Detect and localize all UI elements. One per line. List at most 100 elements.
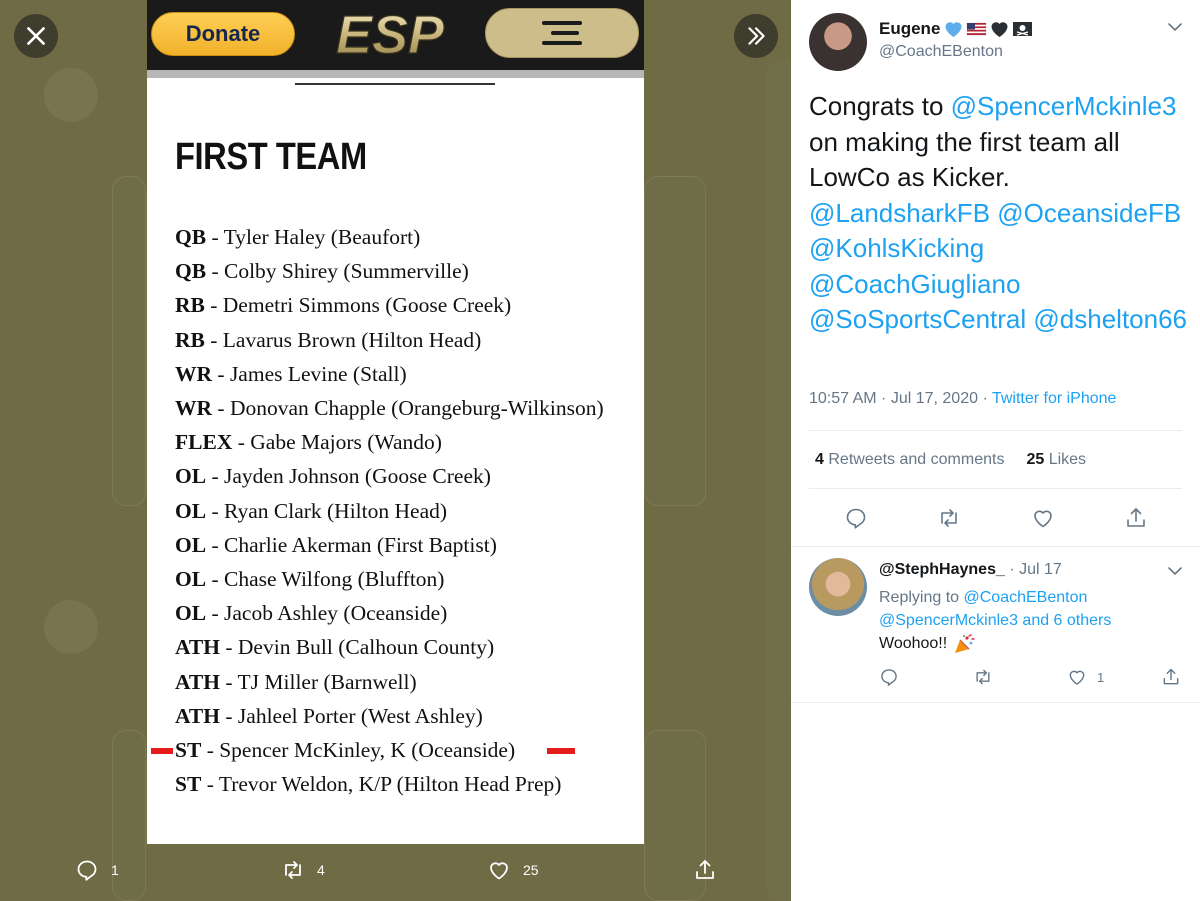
share-icon (1163, 668, 1179, 685)
menu-bar (542, 21, 582, 25)
roster-position: RB (175, 293, 205, 318)
replying-to-link[interactable]: @CoachEBenton (964, 589, 1088, 606)
divider (295, 83, 495, 85)
tweet-photo[interactable]: Donate ESP FIRST TEAM QB - Tyler Haley (… (147, 0, 644, 844)
replying-to: Replying to @CoachEBenton @SpencerMckinle… (879, 586, 1179, 632)
mention-link[interactable]: @SoSportsCentral (809, 304, 1026, 334)
chevron-down-icon[interactable] (1166, 18, 1184, 36)
reply-text: Woohoo!! (879, 634, 975, 654)
divider (791, 702, 1200, 703)
mention-link[interactable]: @CoachGiugliano (809, 269, 1020, 299)
reply-date[interactable]: · Jul 17 (1005, 561, 1061, 578)
roster-position: ATH (175, 635, 220, 660)
reply-avatar[interactable] (809, 558, 867, 616)
roster-player: - Colby Shirey (Summerville) (206, 259, 469, 284)
donate-button: Donate (151, 12, 295, 56)
like-action[interactable]: 25 (487, 858, 539, 882)
roster-entry: OL - Ryan Clark (Hilton Head) (175, 494, 635, 528)
roster-entry: ATH - Devin Bull (Calhoun County) (175, 630, 635, 664)
tweet-timestamp[interactable]: 10:57 AM · Jul 17, 2020 · (809, 390, 992, 407)
divider (809, 488, 1182, 489)
reply-share-action[interactable] (1161, 667, 1181, 687)
heart-icon[interactable] (1031, 506, 1055, 530)
likes-count: 25 (1026, 451, 1045, 468)
us-flag-icon (966, 20, 987, 38)
highlight-marker (547, 748, 575, 755)
header-underline (147, 70, 644, 78)
roster-player: - Jacob Ashley (Oceanside) (206, 601, 448, 626)
author-emoji (943, 20, 1033, 38)
chevron-down-icon[interactable] (1166, 562, 1184, 580)
tweet-meta: 10:57 AM · Jul 17, 2020 · Twitter for iP… (809, 390, 1116, 408)
mention-link[interactable]: @KohlsKicking (809, 233, 984, 263)
mention-link[interactable]: @LandsharkFB (809, 198, 990, 228)
roster-entry: ST - Trevor Weldon, K/P (Hilton Head Pre… (175, 767, 635, 801)
mention-link[interactable]: @SpencerMckinle3 (951, 91, 1177, 121)
roster-player: - Gabe Majors (Wando) (232, 430, 442, 455)
roster-position: ST (175, 772, 202, 797)
roster-list: QB - Tyler Haley (Beaufort) QB - Colby Sh… (151, 220, 635, 801)
menu-bar (551, 31, 579, 35)
media-viewer: Donate ESP FIRST TEAM QB - Tyler Haley (… (0, 0, 791, 901)
reply-handle[interactable]: @StephHaynes_ (879, 561, 1005, 578)
close-button[interactable] (14, 14, 58, 58)
background-avatar (44, 68, 98, 122)
roster-entry: OL - Chase Wilfong (Bluffton) (175, 562, 635, 596)
roster-position: OL (175, 567, 207, 592)
author-name[interactable]: Eugene (879, 19, 940, 39)
reply-icon (77, 860, 97, 881)
reply-reply-action[interactable] (879, 667, 899, 687)
replying-others-link[interactable]: @SpencerMckinle3 and 6 others (879, 612, 1111, 629)
roster-entry: RB - Lavarus Brown (Hilton Head) (175, 323, 635, 357)
roster-player: - TJ Miller (Barnwell) (220, 669, 417, 694)
retweets-label: Retweets and comments (828, 451, 1005, 468)
background-card (644, 176, 706, 506)
reply-icon (881, 669, 897, 686)
reply-action[interactable]: 1 (75, 858, 119, 882)
section-title: FIRST TEAM (175, 136, 367, 178)
reply-icon[interactable] (844, 506, 868, 530)
background-avatar (44, 600, 98, 654)
roster-position: RB (175, 327, 205, 352)
heart-icon (1069, 670, 1085, 685)
replying-label: Replying to (879, 589, 964, 606)
like-count: 25 (523, 862, 539, 878)
mention-link[interactable]: @OceansideFB (997, 198, 1181, 228)
retweet-action[interactable]: 4 (281, 858, 325, 882)
roster-entry: QB - Tyler Haley (Beaufort) (175, 220, 635, 254)
reply-header: @StephHaynes_ · Jul 17 (879, 561, 1062, 579)
roster-entry: OL - Jayden Johnson (Goose Creek) (175, 459, 635, 493)
divider (809, 430, 1182, 431)
retweet-icon (976, 669, 990, 685)
roster-player: - Donovan Chapple (Orangeburg-Wilkinson) (212, 396, 604, 421)
esp-logo: ESP (335, 6, 445, 60)
divider (791, 546, 1200, 547)
reply-retweet-action[interactable] (973, 667, 993, 687)
share-icon[interactable] (1124, 506, 1148, 530)
roster-position: WR (175, 361, 213, 386)
roster-position: OL (175, 498, 207, 523)
highlight-marker (151, 748, 173, 755)
retweet-icon[interactable] (937, 506, 961, 530)
tweet-source[interactable]: Twitter for iPhone (992, 390, 1117, 407)
share-action[interactable] (693, 858, 717, 882)
mention-link[interactable]: @dshelton66 (1033, 304, 1187, 334)
heart-icon (490, 862, 508, 880)
tweet-text: Congrats to @SpencerMckinle3 on making t… (809, 89, 1189, 338)
share-icon (696, 860, 714, 879)
hide-sidebar-button[interactable] (734, 14, 778, 58)
likes-label: Likes (1048, 451, 1087, 468)
roster-player: - Ryan Clark (Hilton Head) (206, 498, 448, 523)
reply-like-action[interactable]: 1 (1067, 667, 1104, 687)
roster-position: ST (175, 738, 202, 763)
roster-position: OL (175, 464, 207, 489)
retweet-count: 4 (317, 862, 325, 878)
roster-entry: OL - Charlie Akerman (First Baptist) (175, 528, 635, 562)
likes-link[interactable]: 25 Likes (1026, 451, 1086, 469)
roster-player: - Demetri Simmons (Goose Creek) (204, 293, 512, 318)
retweets-link[interactable]: 4 Retweets and comments (815, 451, 1004, 469)
author-avatar[interactable] (809, 13, 867, 71)
engagement-counts: 4 Retweets and comments 25 Likes (815, 451, 1086, 469)
roster-entry: FLEX - Gabe Majors (Wando) (175, 425, 635, 459)
author-handle[interactable]: @CoachEBenton (879, 43, 1003, 61)
